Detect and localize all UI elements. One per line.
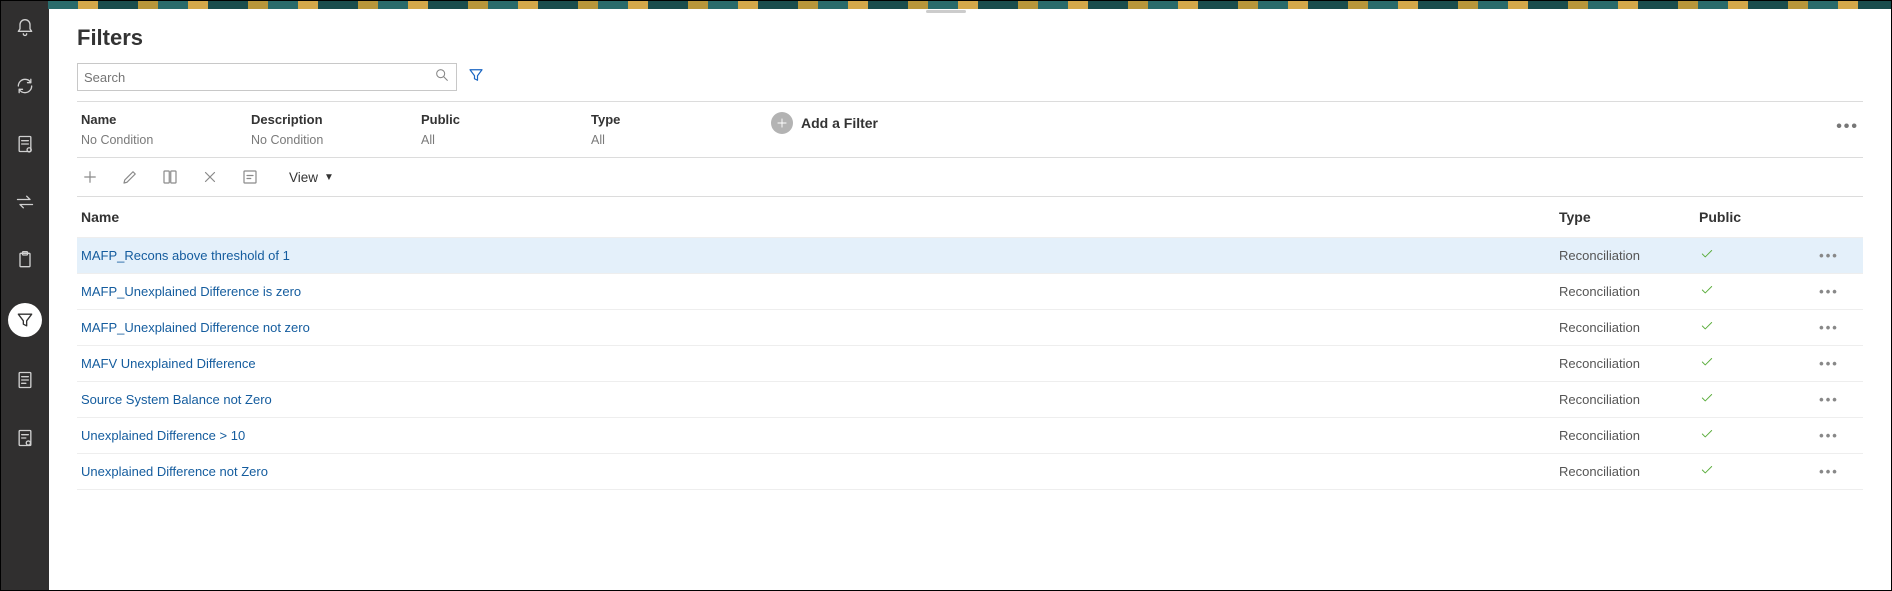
table-row[interactable]: Unexplained Difference not Zero Reconcil… — [77, 454, 1863, 490]
row-overflow-icon[interactable]: ••• — [1819, 428, 1839, 443]
table-row[interactable]: Unexplained Difference > 10 Reconciliati… — [77, 418, 1863, 454]
filter-type-text: Reconciliation — [1559, 284, 1640, 299]
filter-name-link[interactable]: Unexplained Difference > 10 — [81, 428, 245, 443]
lists-nav-icon[interactable] — [10, 365, 40, 395]
filter-value: All — [421, 133, 591, 147]
filter-label: Public — [421, 112, 591, 127]
filter-label: Type — [591, 112, 761, 127]
table-row[interactable]: MAFP_Unexplained Difference not zero Rec… — [77, 310, 1863, 346]
filter-bar-overflow-icon[interactable]: ••• — [1836, 118, 1859, 136]
row-overflow-icon[interactable]: ••• — [1819, 284, 1839, 299]
filter-bar: Name No Condition Description No Conditi… — [77, 101, 1863, 158]
row-overflow-icon[interactable]: ••• — [1819, 320, 1839, 335]
filter-type-text: Reconciliation — [1559, 428, 1640, 443]
page-title: Filters — [77, 25, 1863, 51]
filter-name-link[interactable]: MAFP_Unexplained Difference not zero — [81, 320, 310, 335]
filter-type-text: Reconciliation — [1559, 320, 1640, 335]
table-toolbar: View ▼ — [77, 158, 1863, 197]
filter-type-text: Reconciliation — [1559, 248, 1640, 263]
filter-col-description[interactable]: Description No Condition — [251, 112, 421, 147]
filter-name-link[interactable]: MAFP_Recons above threshold of 1 — [81, 248, 290, 263]
add-filter-button[interactable]: Add a Filter — [771, 112, 878, 134]
filter-funnel-icon[interactable] — [467, 66, 485, 89]
document-settings-nav-icon[interactable] — [10, 129, 40, 159]
filter-col-type[interactable]: Type All — [591, 112, 761, 147]
report-view-nav-icon[interactable] — [10, 423, 40, 453]
row-overflow-icon[interactable]: ••• — [1819, 392, 1839, 407]
column-header-type[interactable]: Type — [1559, 209, 1699, 225]
clipboard-nav-icon[interactable] — [10, 245, 40, 275]
filter-col-public[interactable]: Public All — [421, 112, 591, 147]
nav-sidebar — [1, 1, 49, 590]
filter-name-link[interactable]: MAFP_Unexplained Difference is zero — [81, 284, 301, 299]
filter-type-text: Reconciliation — [1559, 356, 1640, 371]
check-icon — [1699, 321, 1715, 336]
edit-button[interactable] — [121, 168, 139, 186]
filter-value: No Condition — [251, 133, 421, 147]
filter-name-link[interactable]: MAFV Unexplained Difference — [81, 356, 256, 371]
decorative-top-strip — [48, 1, 1891, 9]
filter-col-name[interactable]: Name No Condition — [81, 112, 251, 147]
panel-drag-handle[interactable] — [926, 10, 966, 13]
refresh-nav-icon[interactable] — [10, 71, 40, 101]
publish-button[interactable] — [241, 168, 259, 186]
check-icon — [1699, 429, 1715, 444]
filter-name-link[interactable]: Source System Balance not Zero — [81, 392, 272, 407]
filter-label: Name — [81, 112, 251, 127]
row-overflow-icon[interactable]: ••• — [1819, 248, 1839, 263]
check-icon — [1699, 249, 1715, 264]
table-row[interactable]: Source System Balance not Zero Reconcili… — [77, 382, 1863, 418]
view-label: View — [289, 170, 318, 185]
search-row — [77, 63, 1863, 91]
check-icon — [1699, 393, 1715, 408]
plus-circle-icon — [771, 112, 793, 134]
add-button[interactable] — [81, 168, 99, 186]
column-header-name[interactable]: Name — [81, 209, 1559, 225]
filter-label: Description — [251, 112, 421, 127]
filter-name-link[interactable]: Unexplained Difference not Zero — [81, 464, 268, 479]
filter-type-text: Reconciliation — [1559, 392, 1640, 407]
row-overflow-icon[interactable]: ••• — [1819, 356, 1839, 371]
filters-nav-icon[interactable] — [8, 303, 42, 337]
column-header-public[interactable]: Public — [1699, 209, 1799, 225]
main-content: Filters Name No Condition Description No… — [49, 1, 1891, 590]
row-overflow-icon[interactable]: ••• — [1819, 464, 1839, 479]
filter-type-text: Reconciliation — [1559, 464, 1640, 479]
table-row[interactable]: MAFV Unexplained Difference Reconciliati… — [77, 346, 1863, 382]
table-row[interactable]: MAFP_Recons above threshold of 1 Reconci… — [77, 238, 1863, 274]
check-icon — [1699, 357, 1715, 372]
search-box — [77, 63, 457, 91]
filter-value: All — [591, 133, 761, 147]
table-row[interactable]: MAFP_Unexplained Difference is zero Reco… — [77, 274, 1863, 310]
caret-down-icon: ▼ — [324, 172, 334, 183]
check-icon — [1699, 285, 1715, 300]
search-icon[interactable] — [434, 67, 450, 88]
delete-button[interactable] — [201, 168, 219, 186]
check-icon — [1699, 465, 1715, 480]
search-input[interactable] — [84, 64, 434, 90]
table-body: MAFP_Recons above threshold of 1 Reconci… — [77, 238, 1863, 490]
column-header-actions — [1799, 209, 1859, 225]
add-filter-label: Add a Filter — [801, 115, 878, 131]
notifications-nav-icon[interactable] — [10, 13, 40, 43]
filter-value: No Condition — [81, 133, 251, 147]
view-dropdown[interactable]: View ▼ — [289, 170, 334, 185]
filters-table: Name Type Public MAFP_Recons above thres… — [77, 197, 1863, 490]
transfer-nav-icon[interactable] — [10, 187, 40, 217]
duplicate-button[interactable] — [161, 168, 179, 186]
table-header-row: Name Type Public — [77, 197, 1863, 238]
